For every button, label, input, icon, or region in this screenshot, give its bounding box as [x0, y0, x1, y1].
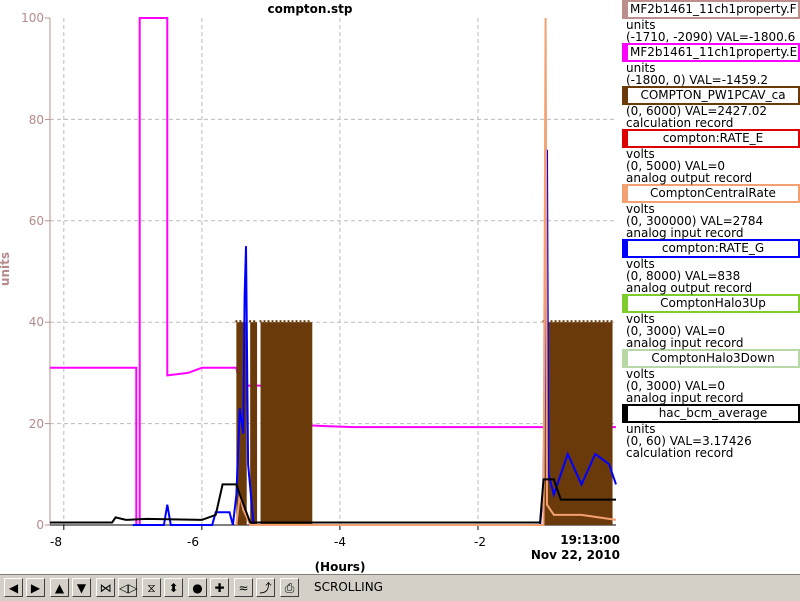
toolbar: ◀ ▶ ▲ ▼ ⋈ ◁▷ ⧖ ⬍ ● ✚ ≈ ⤴ ⎙ SCROLLING [0, 574, 800, 601]
strip-chart-plot[interactable] [0, 0, 620, 574]
legend-info-line: analog output record [626, 281, 753, 295]
legend-entry: ComptonCentralRate volts (0, 300000) VAL=2… [622, 184, 800, 239]
scroll-down-icon[interactable]: ▼ [72, 578, 91, 597]
zoom-in-horizontal-icon[interactable]: ⋈ [96, 578, 115, 597]
y-tick-label: 20 [28, 417, 44, 431]
scroll-up-icon[interactable]: ▲ [50, 578, 69, 597]
legend-info-line: analog input record [626, 336, 744, 350]
y-axis-label: units [0, 251, 13, 287]
y-tick-label: 40 [28, 315, 44, 329]
legend-pv-button[interactable]: COMPTON_PW1PCAV_ca [622, 86, 800, 105]
legend-entry: MF2b1461_11ch1property.E units (-1800, 0) … [622, 43, 800, 86]
zoom-in-vertical-icon[interactable]: ⧖ [142, 578, 161, 597]
zoom-out-vertical-icon[interactable]: ⬍ [164, 578, 183, 597]
scroll-left-icon[interactable]: ◀ [4, 578, 23, 597]
zoom-out-horizontal-icon[interactable]: ◁▷ [118, 578, 137, 597]
scrolling-status: SCROLLING [314, 580, 383, 594]
strip-mode-icon[interactable]: ≈ [234, 578, 253, 597]
legend-pv-button[interactable]: MF2b1461_11ch1property.F [622, 0, 800, 19]
legend-entry: COMPTON_PW1PCAV_ca (0, 6000) VAL=2427.02 c… [622, 86, 800, 129]
legend-info-line: analog input record [626, 391, 744, 405]
legend-pv-button[interactable]: ComptonHalo3Down [622, 349, 800, 368]
legend-pv-button[interactable]: compton:RATE_E [622, 129, 800, 148]
current-date-label: Nov 22, 2010 [530, 548, 620, 562]
legend-entry: compton:RATE_G volts (0, 8000) VAL=838 anal… [622, 239, 800, 294]
x-tick-label: -6 [187, 535, 199, 549]
legend-info-line: (-1710, -2090) VAL=-1800.6 [626, 30, 796, 44]
series-band [260, 322, 313, 525]
export-icon[interactable]: ⤴ [256, 578, 275, 597]
legend-entry: compton:RATE_E volts (0, 5000) VAL=0 analog… [622, 129, 800, 184]
legend-entry: ComptonHalo3Up volts (0, 3000) VAL=0 analog… [622, 294, 800, 349]
x-tick-label: -4 [334, 535, 346, 549]
x-tick-label: -8 [50, 535, 62, 549]
legend-pv-button[interactable]: MF2b1461_11ch1property.E [622, 43, 800, 62]
legend-entry: MF2b1461_11ch1property.F units (-1710, -20… [622, 0, 800, 43]
print-icon[interactable]: ⎙ [280, 578, 299, 597]
x-tick-label: -2 [474, 535, 486, 549]
legend-info-line: analog output record [626, 171, 753, 185]
y-tick-label: 100 [21, 11, 44, 25]
legend-info-line: calculation record [626, 446, 734, 460]
y-tick-label: 0 [36, 518, 44, 532]
series-line [50, 17, 616, 526]
pv-legend: MF2b1461_11ch1property.F units (-1710, -20… [622, 0, 800, 459]
x-axis-label: (Hours) [314, 560, 366, 574]
y-tick-label: 60 [28, 214, 44, 228]
legend-info-line: (-1800, 0) VAL=-1459.2 [626, 73, 769, 87]
legend-info-line: calculation record [626, 116, 734, 130]
legend-pv-button[interactable]: hac_bcm_average [622, 404, 800, 423]
legend-pv-button[interactable]: ComptonCentralRate [622, 184, 800, 203]
legend-pv-button[interactable]: compton:RATE_G [622, 239, 800, 258]
y-tick-label: 80 [28, 113, 44, 127]
legend-entry: ComptonHalo3Down volts (0, 3000) VAL=0 anal… [622, 349, 800, 404]
legend-info-line: analog input record [626, 226, 744, 240]
record-icon[interactable]: ● [188, 578, 207, 597]
current-time-label: 19:13:00 [560, 533, 620, 547]
scroll-right-icon[interactable]: ▶ [26, 578, 45, 597]
legend-pv-button[interactable]: ComptonHalo3Up [622, 294, 800, 313]
legend-entry: hac_bcm_average units (0, 60) VAL=3.17426 c… [622, 404, 800, 459]
series-line [50, 478, 616, 524]
add-icon[interactable]: ✚ [210, 578, 229, 597]
